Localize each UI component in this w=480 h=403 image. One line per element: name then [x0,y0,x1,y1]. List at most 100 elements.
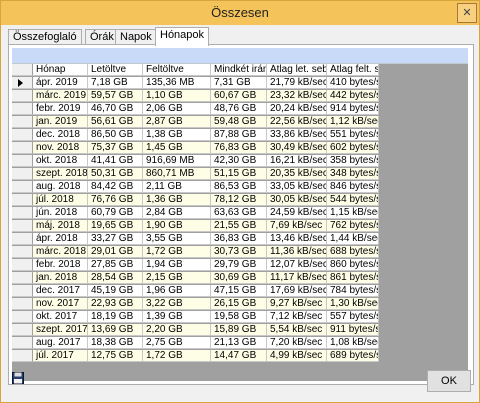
table-cell-avg-upload-speed: 358 bytes/sec [327,155,379,167]
row-selector[interactable] [12,285,33,297]
table-cell-downloaded: 27,85 GB [88,259,143,271]
tab-days[interactable]: Napok [115,29,157,45]
table-cell-month: máj. 2018 [33,220,88,232]
table-cell-month: nov. 2017 [33,298,88,310]
row-selector[interactable] [12,220,33,232]
table-cell-month: szept. 2018 [33,168,88,180]
table-cell-avg-download-speed: 17,69 kB/sec [267,285,327,297]
table-cell-avg-upload-speed: 1,08 kB/sec [327,337,379,349]
row-selector[interactable] [12,207,33,219]
current-row-arrow-icon [18,79,23,87]
row-selector[interactable] [12,77,33,89]
column-header-avg-upload-speed: Átlag felt. seb [327,64,379,76]
tab-hours[interactable]: Órák [85,29,119,45]
row-selector[interactable] [12,155,33,167]
table-cell-uploaded: 1,10 GB [143,90,211,102]
table-cell-both-directions: 19,58 GB [211,311,267,323]
table-cell-month: márc. 2018 [33,246,88,258]
table-cell-month: febr. 2018 [33,259,88,271]
table-cell-both-directions: 21,13 GB [211,337,267,349]
table-cell-downloaded: 75,37 GB [88,142,143,154]
ok-button[interactable]: OK [427,370,471,392]
row-selector[interactable] [12,90,33,102]
row-selector[interactable] [12,259,33,271]
table-cell-both-directions: 15,89 GB [211,324,267,336]
row-selector[interactable] [12,116,33,128]
window-title: Összesen [211,5,269,20]
row-selector[interactable] [12,324,33,336]
table-cell-month: dec. 2017 [33,285,88,297]
row-selector[interactable] [12,272,33,284]
table-cell-both-directions: 47,15 GB [211,285,267,297]
table-cell-both-directions: 86,53 GB [211,181,267,193]
table-cell-avg-upload-speed: 1,15 kB/sec [327,207,379,219]
table-cell-avg-download-speed: 7,69 kB/sec [267,220,327,232]
table-cell-avg-download-speed: 33,86 kB/sec [267,129,327,141]
table-cell-avg-download-speed: 13,46 kB/sec [267,233,327,245]
table-cell-avg-download-speed: 11,17 kB/sec [267,272,327,284]
grid-group-band [12,48,468,64]
table-cell-avg-upload-speed: 688 bytes/sec [327,246,379,258]
row-selector[interactable] [12,337,33,349]
table-cell-avg-download-speed: 4,99 kB/sec [267,350,327,362]
table-cell-avg-download-speed: 12,07 kB/sec [267,259,327,271]
row-selector[interactable] [12,103,33,115]
table-cell-avg-upload-speed: 1,44 kB/sec [327,233,379,245]
table-cell-avg-download-speed: 5,54 kB/sec [267,324,327,336]
table-cell-avg-download-speed: 9,27 kB/sec [267,298,327,310]
table-cell-month: okt. 2018 [33,155,88,167]
table-cell-uploaded: 2,20 GB [143,324,211,336]
row-selector[interactable] [12,311,33,323]
table-cell-uploaded: 1,38 GB [143,129,211,141]
row-selector[interactable] [12,129,33,141]
table-cell-uploaded: 1,72 GB [143,246,211,258]
tab-summary[interactable]: Összefoglaló [8,29,82,45]
table-cell-both-directions: 42,30 GB [211,155,267,167]
row-selector[interactable] [12,246,33,258]
table-cell-downloaded: 86,50 GB [88,129,143,141]
table-cell-uploaded: 1,96 GB [143,285,211,297]
table-cell-uploaded: 2,15 GB [143,272,211,284]
table-cell-avg-upload-speed: 544 bytes/sec [327,194,379,206]
dialog-body: Összefoglaló Órák Napok Hónapok Hónap Let… [4,25,476,400]
table-cell-both-directions: 76,83 GB [211,142,267,154]
table-cell-month: márc. 2019 [33,90,88,102]
table-cell-avg-upload-speed: 914 bytes/sec [327,103,379,115]
close-button[interactable]: ✕ [457,3,477,23]
column-header-month: Hónap [33,64,88,76]
table-cell-avg-upload-speed: 1,30 kB/sec [327,298,379,310]
row-selector[interactable] [12,194,33,206]
table-cell-month: jan. 2018 [33,272,88,284]
table-cell-avg-upload-speed: 860 bytes/sec [327,259,379,271]
table-cell-avg-upload-speed: 410 bytes/sec [327,77,379,89]
save-icon[interactable] [12,372,24,384]
table-cell-downloaded: 7,18 GB [88,77,143,89]
table-cell-uploaded: 916,69 MB [143,155,211,167]
row-selector[interactable] [12,350,33,362]
row-selector[interactable] [12,233,33,245]
table-cell-avg-download-speed: 30,49 kB/sec [267,142,327,154]
row-selector[interactable] [12,298,33,310]
table-cell-both-directions: 59,48 GB [211,116,267,128]
table-cell-uploaded: 1,39 GB [143,311,211,323]
row-selector[interactable] [12,168,33,180]
months-tab-panel: HónapLetöltveFeltöltveMindkét irányÁtlag… [8,44,474,385]
table-cell-uploaded: 2,06 GB [143,103,211,115]
table-cell-avg-upload-speed: 689 bytes/sec [327,350,379,362]
table-cell-month: jan. 2019 [33,116,88,128]
table-cell-downloaded: 76,76 GB [88,194,143,206]
table-cell-avg-download-speed: 7,20 kB/sec [267,337,327,349]
table-cell-avg-download-speed: 24,59 kB/sec [267,207,327,219]
table-cell-avg-download-speed: 33,05 kB/sec [267,181,327,193]
table-cell-both-directions: 60,67 GB [211,90,267,102]
table-cell-avg-download-speed: 23,32 kB/sec [267,90,327,102]
table-cell-uploaded: 3,22 GB [143,298,211,310]
table-cell-downloaded: 13,69 GB [88,324,143,336]
tab-months[interactable]: Hónapok [155,27,210,46]
months-grid[interactable]: HónapLetöltveFeltöltveMindkét irányÁtlag… [12,48,468,381]
table-cell-uploaded: 2,11 GB [143,181,211,193]
row-selector[interactable] [12,142,33,154]
row-selector[interactable] [12,181,33,193]
table-cell-avg-download-speed: 20,35 kB/sec [267,168,327,180]
column-header-both-directions: Mindkét irány [211,64,267,76]
